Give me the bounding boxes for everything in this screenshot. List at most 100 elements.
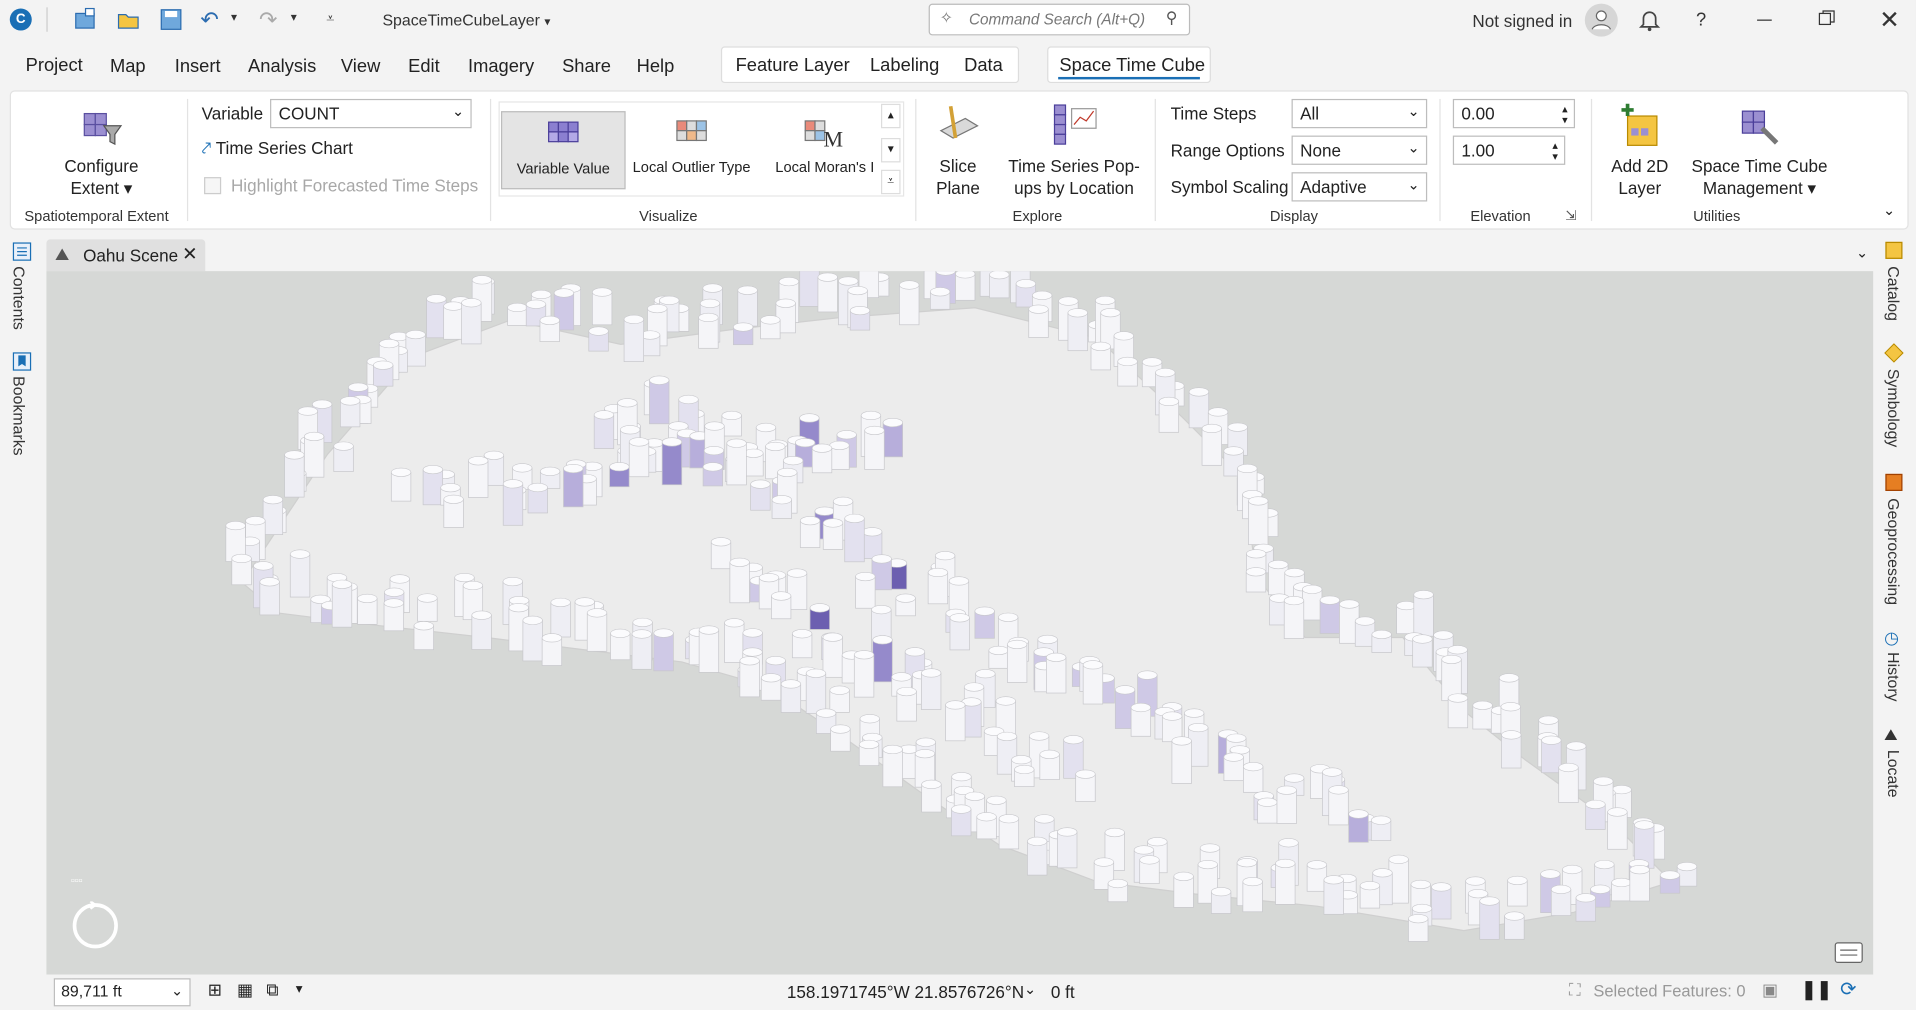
snapping-icon[interactable]: ⧉ [266,979,278,1000]
project-name[interactable]: SpaceTimeCubeLayer ▾ [382,11,550,29]
tab-share[interactable]: Share [562,56,611,77]
navigator-rotate-icon[interactable] [71,901,120,950]
coordinates-readout: 158.1971745°W 21.8576726°N [786,981,1025,1002]
gallery-item-local-outlier-type[interactable]: Local Outlier Type [628,111,755,189]
grid-icon[interactable]: ▦ [237,979,253,1000]
map-legend-toggle-icon[interactable] [1833,940,1865,964]
view-tab-label: Oahu Scene [83,245,179,266]
spinner-icon[interactable]: ▴ ▾ [1562,103,1568,126]
open-project-icon[interactable] [116,7,140,31]
tab-edit[interactable]: Edit [408,56,440,77]
hex-column-top [1441,654,1462,665]
restore-icon[interactable] [1818,10,1835,27]
hex-column-top [786,568,808,578]
hex-column-top [899,280,920,290]
spinner-icon[interactable]: ▴ ▾ [1552,140,1558,162]
pane-tab-catalog[interactable]: Catalog [1884,266,1902,321]
customize-toolbar-icon[interactable]: ⩡ [326,10,334,28]
navigator-controls-icon[interactable]: ▫▫▫ [71,874,83,886]
tab-map[interactable]: Map [110,56,146,77]
variable-dropdown[interactable]: COUNT ⌄ [270,98,472,129]
hex-column-top [1538,715,1559,725]
tab-help[interactable]: Help [637,56,675,77]
redo-icon[interactable]: ↷ [259,7,277,33]
hex-column-top [862,527,883,537]
save-project-icon[interactable] [159,7,183,31]
tab-view[interactable]: View [341,56,380,77]
signin-status[interactable]: Not signed in [1472,11,1572,31]
hex-column-top [1158,396,1179,407]
snapping-dropdown-icon[interactable]: ▾ [296,981,303,997]
user-avatar-icon[interactable] [1584,3,1618,37]
gallery-item-local-morans-i[interactable]: M Local Moran's I [758,111,892,189]
dialog-launcher-icon[interactable]: ⇲ [1565,208,1576,224]
refresh-icon[interactable]: ⟳ [1840,977,1856,1001]
hex-column [1171,740,1192,784]
highlight-forecasted-checkbox[interactable] [204,177,222,195]
slice-plane-button[interactable]: Slice Plane [921,101,994,199]
pane-tab-bookmarks[interactable]: Bookmarks [10,376,28,455]
collapse-ribbon-icon[interactable]: ⌄ [1883,202,1895,219]
space-time-cube-management-button[interactable]: Space Time Cube Management ▾ [1685,101,1834,199]
hex-column [1067,312,1088,352]
tab-data[interactable]: Data [964,55,1003,76]
tab-project[interactable]: Project [26,55,83,76]
gallery-item-variable-value[interactable]: Variable Value [500,111,626,190]
symbol-scaling-dropdown[interactable]: Adaptive ⌄ [1291,172,1428,202]
hex-column-top [1629,865,1650,875]
hex-column-top [1243,762,1264,772]
close-tab-icon[interactable]: ✕ [182,243,197,265]
time-series-chart-button[interactable]: ⤤ Time Series Chart [202,138,353,159]
scale-dropdown[interactable]: 89,711 ft ⌄ [53,978,191,1007]
hex-column-top [661,437,683,447]
hex-column-top [1575,893,1596,903]
gallery-scroll-up-button[interactable]: ▴ [880,103,901,129]
command-search-input[interactable]: ✧ Command Search (Alt+Q) ⚲ [928,3,1191,36]
time-series-popups-button[interactable]: Time Series Pop- ups by Location [998,101,1150,199]
scene-icon: ⛰ [54,244,70,264]
elevation-offset-input[interactable]: 0.00 ▴ ▾ [1452,98,1576,129]
undo-dropdown-icon[interactable]: ▾ [231,11,237,24]
tab-labeling[interactable]: Labeling [870,55,939,76]
tab-analysis[interactable]: Analysis [248,56,316,77]
pane-tab-locate[interactable]: Locate [1884,750,1902,798]
hex-column-top [1090,341,1111,351]
pane-tab-history[interactable]: History [1884,652,1902,701]
selected-features-count[interactable]: Selected Features: 0 [1593,982,1745,1000]
map-extent-icon[interactable]: ⊞ [208,979,222,1000]
tab-imagery[interactable]: Imagery [468,56,534,77]
hex-column-top [1413,590,1434,600]
tab-feature-layer[interactable]: Feature Layer [736,55,850,76]
refresh-cache-icon[interactable]: ▣ [1762,979,1778,1000]
gallery-expand-button[interactable]: ⩡ [880,169,901,195]
tab-oahu-scene[interactable]: ⛰ Oahu Scene ✕ [46,239,206,272]
tab-list-dropdown-icon[interactable]: ⌄ [1856,244,1868,261]
configure-extent-button[interactable]: Configure Extent ▾ [38,101,165,199]
redo-dropdown-icon[interactable]: ▾ [291,11,297,24]
tab-insert[interactable]: Insert [175,56,221,77]
tab-space-time-cube[interactable]: Space Time Cube [1047,46,1211,84]
gallery-scroll-down-button[interactable]: ▾ [880,138,901,163]
coordinate-format-dropdown-icon[interactable]: ⌄ [1024,981,1036,998]
hex-column-top [914,749,935,759]
range-options-dropdown[interactable]: None ⌄ [1291,135,1428,165]
new-project-icon[interactable] [73,7,97,31]
undo-icon[interactable]: ↶ [200,7,218,33]
close-icon[interactable]: ✕ [1879,5,1899,36]
hex-column-top [574,597,595,607]
help-icon[interactable]: ? [1696,10,1706,31]
hex-column [945,704,966,742]
notifications-bell-icon[interactable] [1637,7,1661,32]
elevation-exaggeration-input[interactable]: 1.00 ▴ ▾ [1452,135,1566,165]
hex-column-top [649,375,670,385]
pane-tab-geoprocessing[interactable]: Geoprocessing [1884,498,1902,605]
pane-tab-symbology[interactable]: Symbology [1884,369,1902,448]
add-2d-layer-button[interactable]: Add 2D Layer [1597,101,1683,199]
minimize-icon[interactable] [1757,19,1772,21]
scene-map-view[interactable]: ▫▫▫ [46,271,1874,975]
time-steps-dropdown[interactable]: All ⌄ [1291,98,1428,129]
pane-tab-contents[interactable]: Contents [10,266,28,330]
pause-drawing-icon[interactable]: ❚❚ [1801,978,1832,1000]
group-label-display: Display [1269,207,1319,225]
space-time-cube-visualization[interactable] [46,271,1873,974]
